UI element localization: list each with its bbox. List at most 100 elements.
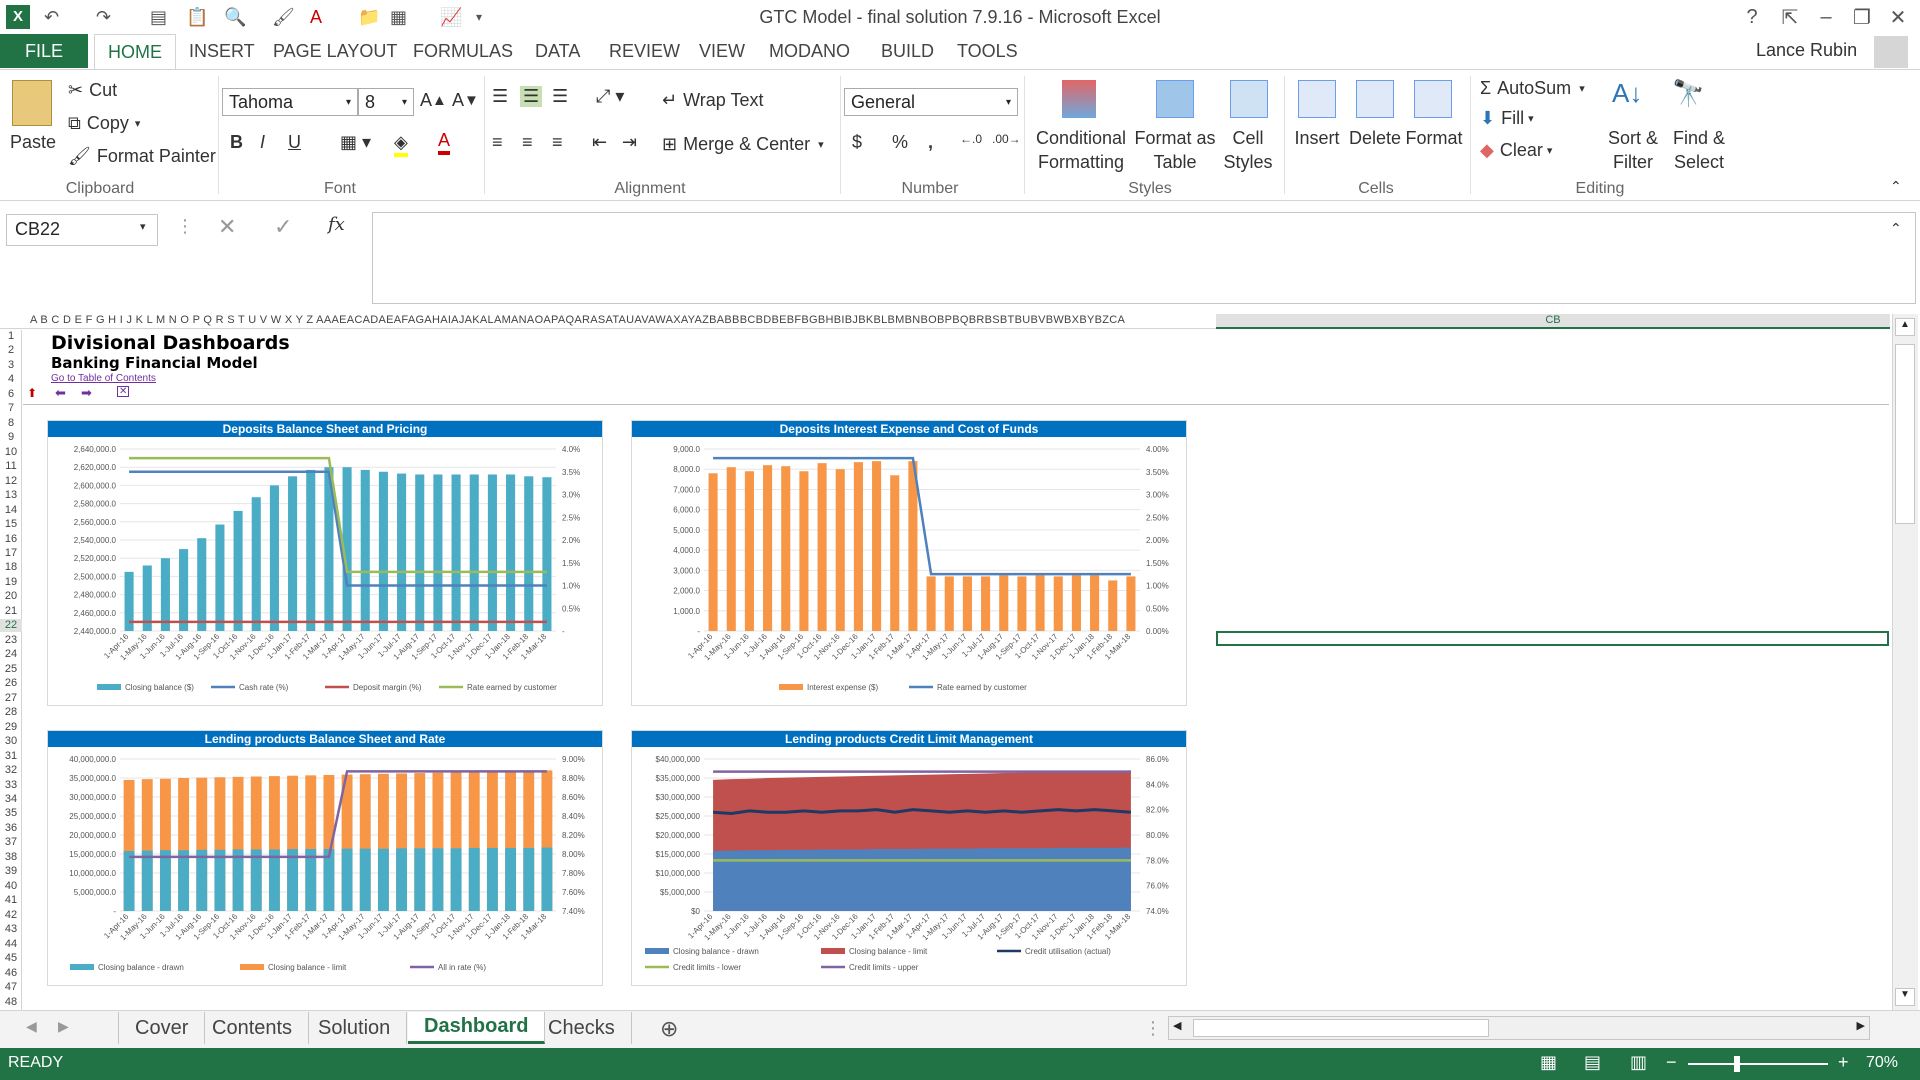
fill-color-icon[interactable]: ◈ xyxy=(394,132,408,157)
zoom-slider[interactable] xyxy=(1688,1063,1828,1065)
row-number[interactable]: 37 xyxy=(0,836,22,849)
minimize-icon[interactable]: – xyxy=(1808,2,1844,32)
row-number[interactable]: 34 xyxy=(0,793,22,806)
align-center-icon[interactable]: ≡ xyxy=(522,132,533,153)
align-left-icon[interactable]: ≡ xyxy=(492,132,503,153)
close-icon[interactable]: ✕ xyxy=(1880,2,1916,32)
row-number[interactable]: 48 xyxy=(0,996,22,1009)
user-name[interactable]: Lance Rubin xyxy=(1756,40,1857,61)
avatar[interactable] xyxy=(1874,36,1908,68)
cancel-entry-icon[interactable]: ✕ xyxy=(218,214,236,240)
tab-formulas[interactable]: FORMULAS xyxy=(400,34,526,68)
row-number[interactable]: 17 xyxy=(0,547,22,560)
row-number[interactable]: 11 xyxy=(0,460,22,473)
sheet-tab-cover[interactable]: Cover xyxy=(118,1012,206,1044)
increase-decimal-icon[interactable]: ←.0 xyxy=(960,132,982,146)
selected-cell[interactable] xyxy=(1216,631,1889,646)
row-number[interactable]: 39 xyxy=(0,865,22,878)
row-number[interactable]: 2 xyxy=(0,344,22,357)
tab-file[interactable]: FILE xyxy=(0,34,88,68)
row-number[interactable]: 23 xyxy=(0,634,22,647)
formula-input[interactable] xyxy=(372,212,1916,304)
row-number[interactable]: 13 xyxy=(0,489,22,502)
sheet-tab-solution[interactable]: Solution xyxy=(302,1012,408,1044)
paste-icon[interactable] xyxy=(12,80,52,126)
namebox-dropdown-icon[interactable]: ▾ xyxy=(140,220,146,233)
confirm-entry-icon[interactable]: ✓ xyxy=(274,214,292,240)
row-number[interactable]: 16 xyxy=(0,533,22,546)
increase-indent-icon[interactable]: ⇥ xyxy=(622,132,637,153)
row-number[interactable]: 8 xyxy=(0,417,22,430)
prev-sheet-icon[interactable]: ◀ xyxy=(26,1018,37,1035)
chart-deposits-balance[interactable]: Deposits Balance Sheet and Pricing 2,640… xyxy=(47,420,603,706)
comma-button[interactable]: , xyxy=(928,132,933,153)
cut-button[interactable]: Cut xyxy=(89,80,117,101)
worksheet-grid[interactable]: Divisional Dashboards Banking Financial … xyxy=(23,330,1889,1010)
column-header[interactable]: A B C D E F G H I J K L M N O P Q R S T … xyxy=(0,314,1890,329)
zoom-out-icon[interactable]: − xyxy=(1666,1052,1677,1073)
row-number[interactable]: 18 xyxy=(0,561,22,574)
find-select-icon[interactable]: 🔭 xyxy=(1672,78,1712,118)
zoom-in-icon[interactable]: + xyxy=(1838,1052,1849,1073)
forward-arrow-icon[interactable]: ➡ xyxy=(81,385,92,401)
autosum-button[interactable]: AutoSum xyxy=(1497,78,1571,99)
row-number[interactable]: 7 xyxy=(0,402,22,415)
tab-home[interactable]: HOME xyxy=(94,34,176,70)
tab-data[interactable]: DATA xyxy=(522,34,593,68)
row-number[interactable]: 29 xyxy=(0,721,22,734)
format-as-table-label[interactable]: Format as xyxy=(1134,126,1216,150)
borders-icon[interactable]: ▦ ▾ xyxy=(340,132,371,153)
vertical-scroll-thumb[interactable] xyxy=(1895,344,1915,524)
fill-button[interactable]: Fill xyxy=(1501,108,1524,129)
align-right-icon[interactable]: ≡ xyxy=(552,132,563,153)
shrink-font-icon[interactable]: A ▼ xyxy=(452,90,479,111)
font-size-combo[interactable]: 8 ▾ xyxy=(358,88,414,116)
name-box[interactable]: CB22 xyxy=(6,214,158,246)
chart-credit-limit[interactable]: Lending products Credit Limit Management… xyxy=(631,730,1187,986)
scroll-left-icon[interactable]: ◀ xyxy=(1173,1019,1181,1032)
sort-filter-icon[interactable]: A↓ xyxy=(1612,78,1652,118)
page-break-view-icon[interactable]: ▥ xyxy=(1630,1052,1647,1073)
toc-link[interactable]: Go to Table of Contents xyxy=(51,373,156,384)
expand-formula-icon[interactable]: ⌃ xyxy=(1890,220,1902,237)
row-number[interactable]: 38 xyxy=(0,851,22,864)
tab-build[interactable]: BUILD xyxy=(868,34,947,68)
up-arrow-icon[interactable]: ⬆ xyxy=(27,386,37,400)
insert-cells-icon[interactable] xyxy=(1298,80,1336,118)
percent-button[interactable]: % xyxy=(892,132,908,153)
tab-tools[interactable]: TOOLS xyxy=(944,34,1031,68)
row-number[interactable]: 21 xyxy=(0,605,22,618)
restore-icon[interactable]: ❐ xyxy=(1844,2,1880,32)
conditional-formatting-icon[interactable] xyxy=(1062,80,1096,118)
row-number[interactable]: 40 xyxy=(0,880,22,893)
row-number[interactable]: 31 xyxy=(0,750,22,763)
row-number[interactable]: 36 xyxy=(0,822,22,835)
insert-cells-button[interactable]: Insert xyxy=(1290,126,1344,150)
scroll-right-icon[interactable]: ▶ xyxy=(1857,1019,1865,1032)
italic-button[interactable]: I xyxy=(260,132,265,153)
row-number[interactable]: 33 xyxy=(0,779,22,792)
orientation-icon[interactable]: ⤢ ▾ xyxy=(596,86,624,107)
row-number[interactable]: 22 xyxy=(0,619,22,633)
row-header[interactable]: 1 2 3 4 6 7 8 9 10 11 12 13 14 15 16 17 18 19 20 21 22 23 24 25… xyxy=(0,330,22,1010)
row-number[interactable]: 28 xyxy=(0,706,22,719)
row-number[interactable]: 45 xyxy=(0,952,22,965)
horizontal-scroll-thumb[interactable] xyxy=(1193,1019,1489,1037)
sheet-tab-dashboard[interactable]: Dashboard xyxy=(408,1012,546,1044)
find-select-label2[interactable]: Select xyxy=(1666,150,1732,174)
conditional-formatting-label2[interactable]: Formatting xyxy=(1028,150,1134,174)
close-box-icon[interactable]: ✕ xyxy=(117,386,130,397)
selected-column-header[interactable]: CB xyxy=(1216,314,1890,329)
new-sheet-icon[interactable]: ⊕ xyxy=(660,1016,678,1042)
help-icon[interactable]: ? xyxy=(1734,2,1770,32)
row-number[interactable]: 42 xyxy=(0,909,22,922)
cell-styles-label[interactable]: Cell xyxy=(1216,126,1280,150)
row-number[interactable]: 26 xyxy=(0,677,22,690)
scroll-up-icon[interactable]: ▲ xyxy=(1895,318,1915,336)
align-top-icon[interactable]: ☰ xyxy=(492,86,508,107)
row-number[interactable]: 6 xyxy=(0,388,22,401)
font-color-icon[interactable]: A xyxy=(438,130,451,155)
format-as-table-icon[interactable] xyxy=(1156,80,1194,118)
row-number[interactable]: 12 xyxy=(0,475,22,488)
row-number[interactable]: 35 xyxy=(0,807,22,820)
